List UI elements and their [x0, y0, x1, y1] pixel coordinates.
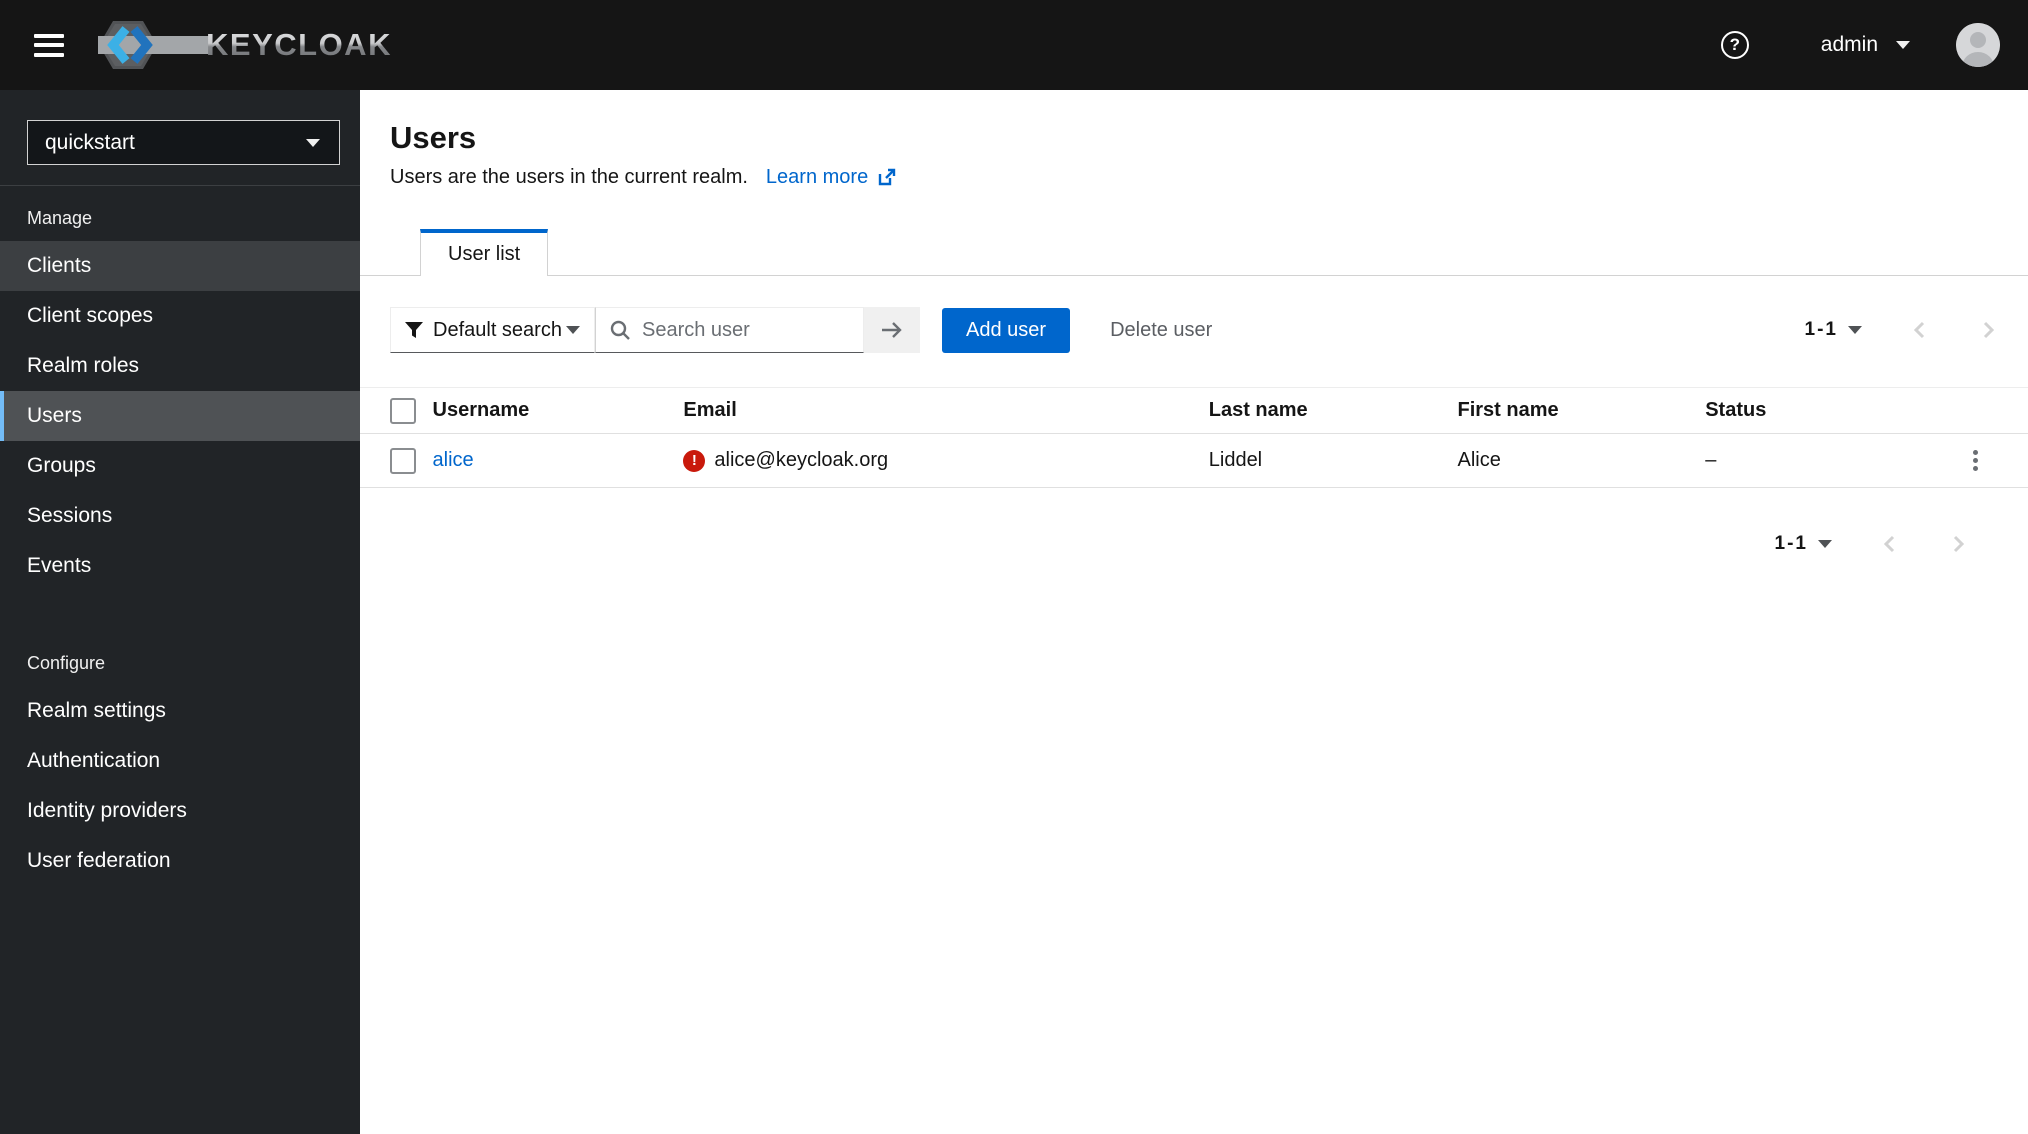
column-header-first-name: First name: [1457, 387, 1706, 434]
tab-strip-rest: [548, 229, 2028, 276]
avatar-icon: [1956, 23, 2000, 67]
email-cell: ! alice@keycloak.org: [683, 449, 1208, 472]
filter-icon: [405, 321, 423, 338]
last-name-cell: Liddel: [1208, 433, 1458, 488]
sidebar-item-clients[interactable]: Clients: [0, 241, 360, 291]
pagination-range: 1-1: [1774, 533, 1808, 554]
email-unverified-icon: !: [683, 449, 706, 472]
pagination-prev-icon[interactable]: [1880, 533, 1900, 555]
sidebar-item-user-federation[interactable]: User federation: [0, 836, 360, 886]
search-submit-button[interactable]: [864, 307, 920, 353]
delete-user-button[interactable]: Delete user: [1110, 319, 1212, 342]
help-icon[interactable]: ?: [1720, 31, 1749, 59]
pagination-prev-icon[interactable]: [1910, 319, 1930, 341]
sidebar-item-realm-roles[interactable]: Realm roles: [0, 341, 360, 391]
pagination-options-icon[interactable]: [1818, 540, 1832, 548]
chevron-down-icon: [1896, 41, 1910, 49]
column-header-status: Status: [1705, 387, 1961, 434]
pagination-top: 1-1: [1805, 319, 1998, 341]
kebab-menu-icon[interactable]: [1961, 442, 1991, 480]
column-header-last-name: Last name: [1208, 387, 1458, 434]
row-checkbox[interactable]: [390, 447, 416, 474]
brand-text: KEYCLOAK: [206, 27, 392, 62]
toolbar: Default search Add user Delete user 1-1: [390, 307, 1998, 353]
nav-toggle-icon[interactable]: [34, 33, 64, 57]
pagination-next-icon[interactable]: [1978, 319, 1998, 341]
pagination-bottom: 1-1: [1775, 533, 1968, 555]
page-description-text: Users are the users in the current realm…: [390, 166, 748, 188]
user-name: admin: [1820, 33, 1878, 56]
table-row: alice ! alice@keycloak.org Liddel Alice …: [360, 433, 2028, 488]
nav-section-configure: Configure Realm settings Authentication …: [0, 631, 360, 886]
sidebar-item-groups[interactable]: Groups: [0, 441, 360, 491]
tab-spacer: [360, 229, 420, 276]
masthead-right: ? admin: [1720, 23, 2028, 67]
keycloak-logo-icon: [98, 21, 210, 69]
page-header: Users Users are the users in the current…: [360, 90, 2028, 189]
pagination-options-icon[interactable]: [1848, 326, 1862, 334]
user-menu[interactable]: admin: [1821, 33, 1910, 57]
realm-selector[interactable]: quickstart: [27, 120, 340, 165]
sidebar-item-client-scopes[interactable]: Client scopes: [0, 291, 360, 341]
sidebar: quickstart Manage Clients Client scopes …: [0, 90, 360, 1134]
sidebar-item-realm-settings[interactable]: Realm settings: [0, 686, 360, 736]
select-all-checkbox[interactable]: [390, 397, 416, 424]
masthead: KEYCLOAK ? admin: [0, 0, 2028, 90]
column-header-username: Username: [432, 387, 684, 434]
learn-more-link[interactable]: Learn more: [766, 166, 897, 189]
realm-name: quickstart: [45, 130, 135, 154]
avatar[interactable]: [1956, 23, 2000, 67]
sidebar-item-authentication[interactable]: Authentication: [0, 736, 360, 786]
keycloak-admin-console: KEYCLOAK ? admin quickstart Manage Clien…: [0, 0, 2028, 1134]
status-cell: –: [1705, 433, 1961, 488]
nav-section-title: Manage: [27, 208, 93, 228]
first-name-cell: Alice: [1457, 433, 1706, 488]
external-link-icon: [879, 168, 896, 186]
add-user-button[interactable]: Add user: [942, 307, 1071, 353]
sidebar-item-identity-providers[interactable]: Identity providers: [0, 786, 360, 836]
column-header-email: Email: [683, 387, 1209, 434]
arrow-right-icon: [882, 322, 902, 338]
learn-more-label: Learn more: [765, 166, 869, 188]
chevron-down-icon: [306, 138, 320, 147]
pagination-next-icon[interactable]: [1948, 533, 1968, 555]
main-content: Users Users are the users in the current…: [360, 90, 2028, 1134]
nav-section-manage: Manage Clients Client scopes Realm roles…: [0, 186, 360, 591]
search-icon: [610, 320, 630, 340]
keycloak-logo: KEYCLOAK: [96, 16, 392, 74]
users-table: Username Email Last name First name Stat…: [360, 387, 2028, 488]
email-text: alice@keycloak.org: [714, 449, 889, 471]
page-description: Users are the users in the current realm…: [390, 166, 1998, 189]
chevron-down-icon: [566, 326, 580, 334]
sidebar-item-users[interactable]: Users: [0, 391, 360, 441]
sidebar-item-events[interactable]: Events: [0, 541, 360, 591]
nav-section-title: Configure: [27, 653, 106, 673]
search-type-dropdown[interactable]: Default search: [390, 307, 595, 353]
search-input[interactable]: [640, 317, 853, 343]
tab-strip: User list: [360, 229, 2028, 276]
table-header-row: Username Email Last name First name Stat…: [360, 387, 2028, 434]
search-box: [595, 307, 864, 353]
username-link[interactable]: alice: [433, 449, 474, 471]
page-title: Users: [390, 120, 477, 155]
masthead-left: KEYCLOAK: [0, 16, 392, 74]
tab-user-list[interactable]: User list: [420, 229, 549, 276]
sidebar-item-sessions[interactable]: Sessions: [0, 491, 360, 541]
pagination-range: 1-1: [1804, 319, 1838, 340]
search-type-label: Default search: [433, 318, 562, 341]
